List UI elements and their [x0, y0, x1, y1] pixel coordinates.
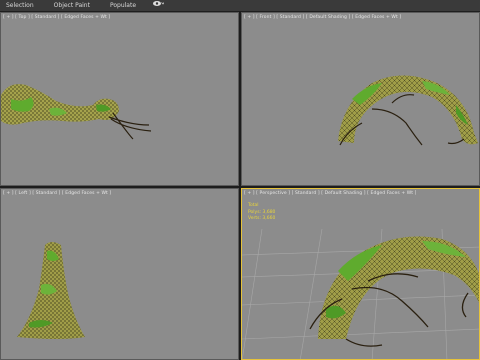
viewport-left[interactable]: [ + ] [ Left ] [ Standard ] [ Edged Face…: [0, 188, 239, 360]
tree-model-perspective: [242, 228, 479, 359]
tree-model-left: [17, 242, 85, 339]
viewport-perspective[interactable]: [ + ] [ Perspective ] [ Standard ] [ Def…: [241, 188, 480, 360]
eye-icon[interactable]: [146, 0, 174, 11]
tab-object-paint[interactable]: Object Paint: [44, 0, 100, 11]
eye-icon-graphic: [153, 1, 165, 6]
ribbon-toolbar: Selection Object Paint Populate: [0, 0, 480, 12]
tree-model-top: [1, 84, 152, 140]
viewport-top[interactable]: [ + ] [ Top ] [ Standard ] [ Edged Faces…: [0, 12, 239, 186]
viewport-front[interactable]: [ + ] [ Front ] [ Standard ] [ Default S…: [241, 12, 480, 186]
viewport-area: [ + ] [ Top ] [ Standard ] [ Edged Faces…: [0, 12, 480, 360]
tab-populate[interactable]: Populate: [100, 0, 146, 11]
tab-selection[interactable]: Selection: [0, 0, 44, 11]
tree-model-front: [338, 75, 478, 146]
